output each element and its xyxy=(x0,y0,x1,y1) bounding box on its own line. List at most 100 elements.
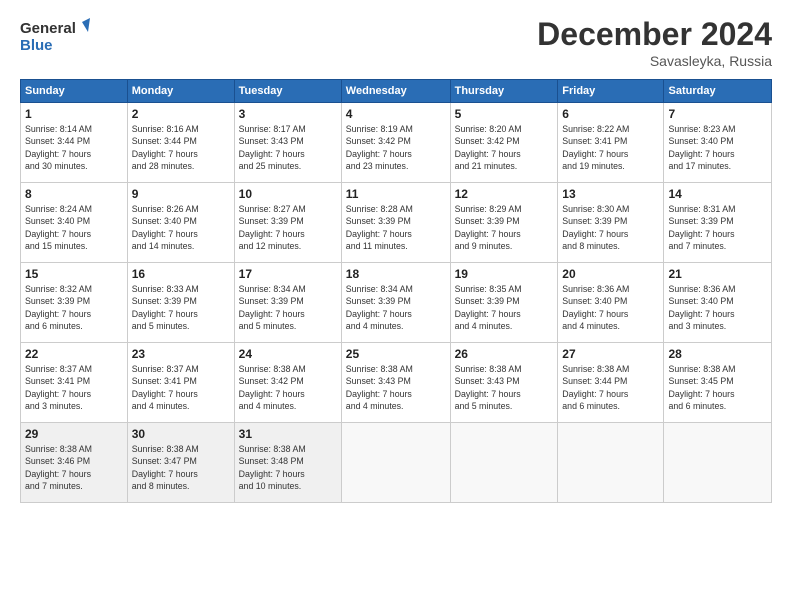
day-number: 26 xyxy=(455,347,554,361)
day-cell: 29 Sunrise: 8:38 AM Sunset: 3:46 PM Dayli… xyxy=(21,423,128,503)
day-cell: 2 Sunrise: 8:16 AM Sunset: 3:44 PM Daylig… xyxy=(127,103,234,183)
day-cell: 24Sunrise: 8:38 AM Sunset: 3:42 PM Dayli… xyxy=(234,343,341,423)
day-number: 3 xyxy=(239,107,337,121)
day-info: Sunrise: 8:34 AM Sunset: 3:39 PM Dayligh… xyxy=(346,283,446,332)
day-info: Sunrise: 8:19 AM Sunset: 3:42 PM Dayligh… xyxy=(346,123,446,172)
day-number: 9 xyxy=(132,187,230,201)
day-info: Sunrise: 8:17 AM Sunset: 3:43 PM Dayligh… xyxy=(239,123,337,172)
col-header-tuesday: Tuesday xyxy=(234,80,341,103)
col-header-wednesday: Wednesday xyxy=(341,80,450,103)
day-info: Sunrise: 8:38 AM Sunset: 3:46 PM Dayligh… xyxy=(25,443,123,492)
day-info: Sunrise: 8:38 AM Sunset: 3:48 PM Dayligh… xyxy=(239,443,337,492)
day-info: Sunrise: 8:31 AM Sunset: 3:39 PM Dayligh… xyxy=(668,203,767,252)
title-block: December 2024 Savasleyka, Russia xyxy=(537,16,772,69)
day-info: Sunrise: 8:38 AM Sunset: 3:43 PM Dayligh… xyxy=(346,363,446,412)
header: General Blue December 2024 Savasleyka, R… xyxy=(20,16,772,69)
day-number: 6 xyxy=(562,107,659,121)
day-info: Sunrise: 8:27 AM Sunset: 3:39 PM Dayligh… xyxy=(239,203,337,252)
col-header-thursday: Thursday xyxy=(450,80,558,103)
day-number: 18 xyxy=(346,267,446,281)
day-cell: 15 Sunrise: 8:32 AM Sunset: 3:39 PM Dayli… xyxy=(21,263,128,343)
day-cell: 31Sunrise: 8:38 AM Sunset: 3:48 PM Dayli… xyxy=(234,423,341,503)
day-number: 10 xyxy=(239,187,337,201)
day-cell: 5 Sunrise: 8:20 AM Sunset: 3:42 PM Daylig… xyxy=(450,103,558,183)
day-info: Sunrise: 8:24 AM Sunset: 3:40 PM Dayligh… xyxy=(25,203,123,252)
day-info: Sunrise: 8:16 AM Sunset: 3:44 PM Dayligh… xyxy=(132,123,230,172)
day-cell: 30Sunrise: 8:38 AM Sunset: 3:47 PM Dayli… xyxy=(127,423,234,503)
week-row-2: 8 Sunrise: 8:24 AM Sunset: 3:40 PM Daylig… xyxy=(21,183,772,263)
day-number: 2 xyxy=(132,107,230,121)
day-info: Sunrise: 8:37 AM Sunset: 3:41 PM Dayligh… xyxy=(132,363,230,412)
day-cell: 22 Sunrise: 8:37 AM Sunset: 3:41 PM Dayli… xyxy=(21,343,128,423)
day-info: Sunrise: 8:35 AM Sunset: 3:39 PM Dayligh… xyxy=(455,283,554,332)
day-cell: 7Sunrise: 8:23 AM Sunset: 3:40 PM Daylig… xyxy=(664,103,772,183)
day-number: 20 xyxy=(562,267,659,281)
day-number: 5 xyxy=(455,107,554,121)
day-info: Sunrise: 8:29 AM Sunset: 3:39 PM Dayligh… xyxy=(455,203,554,252)
logo: General Blue xyxy=(20,16,90,54)
day-number: 16 xyxy=(132,267,230,281)
day-cell: 20 Sunrise: 8:36 AM Sunset: 3:40 PM Dayli… xyxy=(558,263,664,343)
day-info: Sunrise: 8:38 AM Sunset: 3:44 PM Dayligh… xyxy=(562,363,659,412)
subtitle: Savasleyka, Russia xyxy=(537,53,772,69)
day-number: 15 xyxy=(25,267,123,281)
day-cell: 11 Sunrise: 8:28 AM Sunset: 3:39 PM Dayli… xyxy=(341,183,450,263)
day-cell: 13 Sunrise: 8:30 AM Sunset: 3:39 PM Dayli… xyxy=(558,183,664,263)
day-number: 13 xyxy=(562,187,659,201)
day-info: Sunrise: 8:36 AM Sunset: 3:40 PM Dayligh… xyxy=(562,283,659,332)
col-header-friday: Friday xyxy=(558,80,664,103)
day-cell: 27 Sunrise: 8:38 AM Sunset: 3:44 PM Dayli… xyxy=(558,343,664,423)
day-info: Sunrise: 8:33 AM Sunset: 3:39 PM Dayligh… xyxy=(132,283,230,332)
week-row-3: 15 Sunrise: 8:32 AM Sunset: 3:39 PM Dayli… xyxy=(21,263,772,343)
day-cell: 8 Sunrise: 8:24 AM Sunset: 3:40 PM Daylig… xyxy=(21,183,128,263)
day-cell: 21 Sunrise: 8:36 AM Sunset: 3:40 PM Dayli… xyxy=(664,263,772,343)
day-info: Sunrise: 8:34 AM Sunset: 3:39 PM Dayligh… xyxy=(239,283,337,332)
day-cell: 25Sunrise: 8:38 AM Sunset: 3:43 PM Dayli… xyxy=(341,343,450,423)
day-number: 11 xyxy=(346,187,446,201)
day-cell: 28Sunrise: 8:38 AM Sunset: 3:45 PM Dayli… xyxy=(664,343,772,423)
day-info: Sunrise: 8:32 AM Sunset: 3:39 PM Dayligh… xyxy=(25,283,123,332)
day-cell: 12 Sunrise: 8:29 AM Sunset: 3:39 PM Dayli… xyxy=(450,183,558,263)
day-info: Sunrise: 8:22 AM Sunset: 3:41 PM Dayligh… xyxy=(562,123,659,172)
week-row-1: 1Sunrise: 8:14 AM Sunset: 3:44 PM Daylig… xyxy=(21,103,772,183)
day-info: Sunrise: 8:30 AM Sunset: 3:39 PM Dayligh… xyxy=(562,203,659,252)
week-row-4: 22 Sunrise: 8:37 AM Sunset: 3:41 PM Dayli… xyxy=(21,343,772,423)
day-number: 8 xyxy=(25,187,123,201)
day-number: 21 xyxy=(668,267,767,281)
day-info: Sunrise: 8:38 AM Sunset: 3:47 PM Dayligh… xyxy=(132,443,230,492)
day-cell: 10 Sunrise: 8:27 AM Sunset: 3:39 PM Dayli… xyxy=(234,183,341,263)
day-number: 27 xyxy=(562,347,659,361)
day-cell: 18 Sunrise: 8:34 AM Sunset: 3:39 PM Dayli… xyxy=(341,263,450,343)
day-info: Sunrise: 8:36 AM Sunset: 3:40 PM Dayligh… xyxy=(668,283,767,332)
day-cell xyxy=(664,423,772,503)
svg-text:Blue: Blue xyxy=(20,37,53,54)
col-header-saturday: Saturday xyxy=(664,80,772,103)
day-cell xyxy=(558,423,664,503)
day-number: 19 xyxy=(455,267,554,281)
day-info: Sunrise: 8:37 AM Sunset: 3:41 PM Dayligh… xyxy=(25,363,123,412)
week-row-5: 29 Sunrise: 8:38 AM Sunset: 3:46 PM Dayli… xyxy=(21,423,772,503)
day-number: 14 xyxy=(668,187,767,201)
day-cell: 19 Sunrise: 8:35 AM Sunset: 3:39 PM Dayli… xyxy=(450,263,558,343)
day-info: Sunrise: 8:28 AM Sunset: 3:39 PM Dayligh… xyxy=(346,203,446,252)
day-number: 22 xyxy=(25,347,123,361)
day-cell: 14 Sunrise: 8:31 AM Sunset: 3:39 PM Dayli… xyxy=(664,183,772,263)
calendar-header: SundayMondayTuesdayWednesdayThursdayFrid… xyxy=(21,80,772,103)
col-header-monday: Monday xyxy=(127,80,234,103)
day-cell: 4Sunrise: 8:19 AM Sunset: 3:42 PM Daylig… xyxy=(341,103,450,183)
day-number: 24 xyxy=(239,347,337,361)
day-number: 7 xyxy=(668,107,767,121)
day-number: 17 xyxy=(239,267,337,281)
day-cell xyxy=(450,423,558,503)
day-cell: 16 Sunrise: 8:33 AM Sunset: 3:39 PM Dayli… xyxy=(127,263,234,343)
day-cell: 3 Sunrise: 8:17 AM Sunset: 3:43 PM Daylig… xyxy=(234,103,341,183)
day-cell: 26 Sunrise: 8:38 AM Sunset: 3:43 PM Dayli… xyxy=(450,343,558,423)
day-number: 12 xyxy=(455,187,554,201)
day-number: 1 xyxy=(25,107,123,121)
day-cell: 9Sunrise: 8:26 AM Sunset: 3:40 PM Daylig… xyxy=(127,183,234,263)
day-info: Sunrise: 8:38 AM Sunset: 3:43 PM Dayligh… xyxy=(455,363,554,412)
day-cell: 6 Sunrise: 8:22 AM Sunset: 3:41 PM Daylig… xyxy=(558,103,664,183)
logo-svg: General Blue xyxy=(20,16,90,54)
day-info: Sunrise: 8:20 AM Sunset: 3:42 PM Dayligh… xyxy=(455,123,554,172)
day-number: 29 xyxy=(25,427,123,441)
